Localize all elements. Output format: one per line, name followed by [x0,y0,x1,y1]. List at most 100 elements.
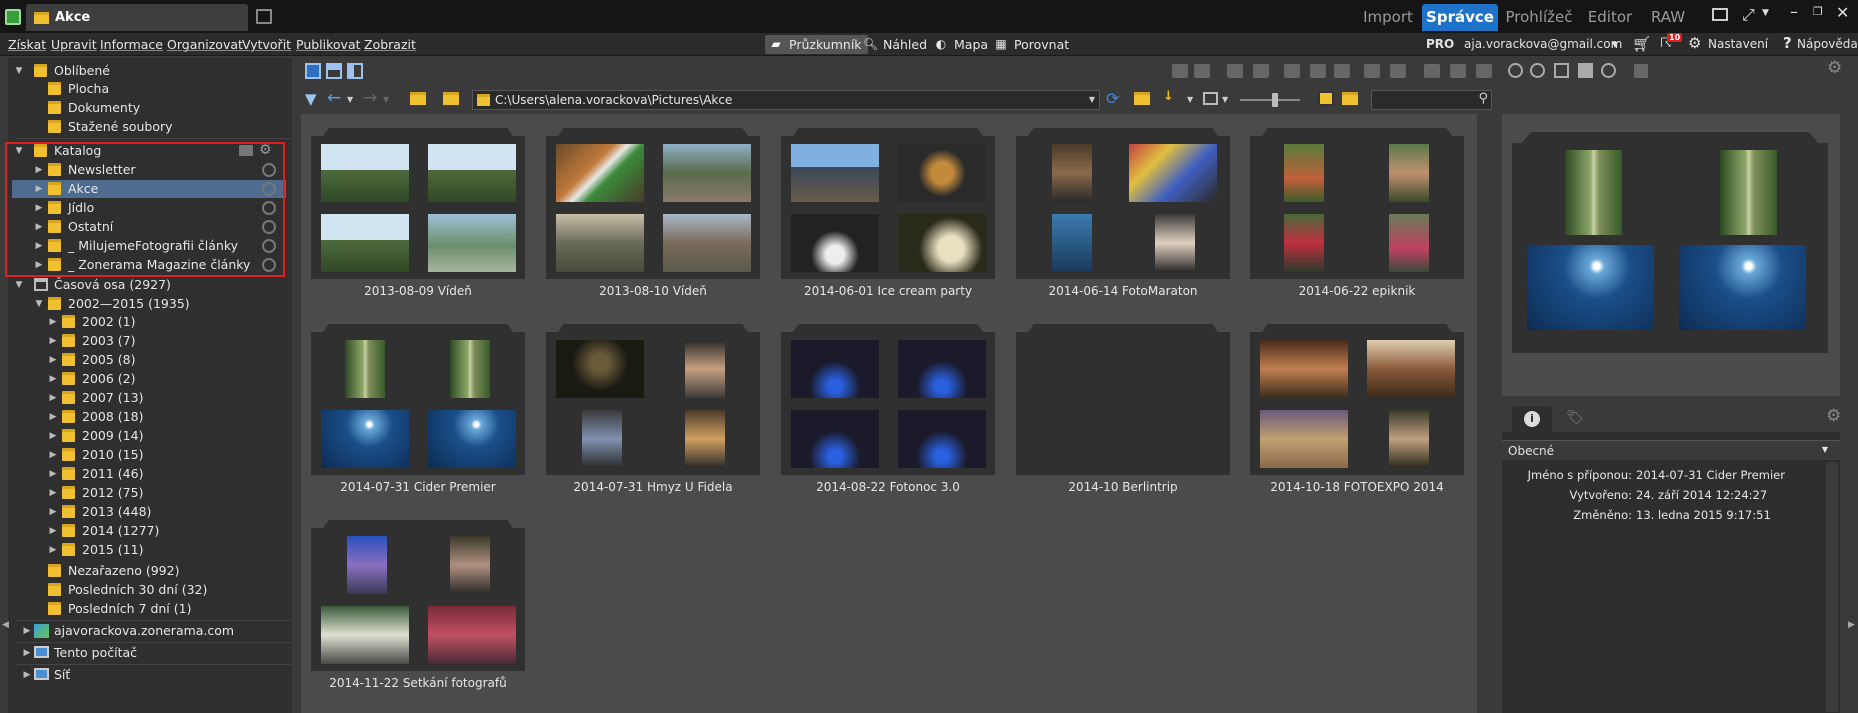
folder-thumbnail[interactable]: 2014-11-22 Setkání fotografů [311,510,525,690]
expand-arrow-icon[interactable]: ▶ [48,427,58,445]
actual-size-icon[interactable] [1554,63,1569,78]
monitor-icon[interactable] [1712,8,1728,21]
gear-icon[interactable]: ⚙ [1688,34,1701,52]
folder-up-icon[interactable] [410,92,426,105]
menu-get[interactable]: Získat [8,37,46,52]
fit-icon[interactable] [1578,63,1593,78]
tree-year[interactable]: ▶ 2003 (7) [8,332,288,350]
help-link[interactable]: Nápověda [1797,37,1858,51]
mode-raw[interactable]: RAW [1644,4,1692,31]
chevron-down-icon[interactable]: ▼ [1612,40,1618,49]
tool-icon[interactable] [1450,64,1466,78]
tree-range[interactable]: ▼ 2002—2015 (1935) [8,295,288,313]
edit-tab-icon[interactable] [256,9,272,24]
dropdown-arrow-icon[interactable]: ▼ [1762,8,1769,18]
mode-editor[interactable]: Editor [1582,4,1638,31]
panel-collapse-right-icon[interactable]: ▶ [1848,620,1855,630]
mail-icon[interactable] [1253,64,1269,78]
folder-thumbnail[interactable]: 2014-06-22 epiknik [1250,118,1464,298]
expand-arrow-icon[interactable]: ▶ [48,446,58,464]
restore-icon[interactable]: ❐ [1813,5,1823,18]
menu-publish[interactable]: Publikovat [296,37,361,52]
tool-icon[interactable] [1310,64,1326,78]
view-map-button[interactable]: ◐ Mapa [930,35,994,54]
preview-option-icon[interactable] [1634,64,1648,78]
tree-unsorted[interactable]: Nezařazeno (992) [8,562,288,580]
thumbnail-size-slider[interactable] [1240,93,1300,107]
panel-collapse-left-icon[interactable]: ◀ [2,620,9,630]
expand-arrow-icon[interactable]: ▶ [48,370,58,388]
chevron-down-icon[interactable]: ▼ [1187,95,1193,104]
menu-info[interactable]: Informace [100,37,163,52]
expand-arrow-icon[interactable]: ▶ [48,408,58,426]
tree-online[interactable]: ▶ ajavorackova.zonerama.com [8,622,288,640]
zoom-in-icon[interactable] [1508,63,1523,78]
section-header[interactable]: Obecné ▼ [1502,440,1840,460]
folder-thumbnail[interactable]: 2014-08-22 Fotonoc 3.0 [781,314,995,494]
refresh-icon[interactable]: ⟳ [1106,89,1119,108]
gear-icon[interactable]: ⚙ [1827,58,1842,78]
search-icon[interactable]: ⚲ [1478,91,1488,106]
chevron-down-icon[interactable]: ▼ [383,95,389,104]
folder-thumbnail[interactable]: 2014-10-18 FOTOEXPO 2014 [1250,314,1464,494]
mode-viewer[interactable]: Prohlížeč [1504,4,1574,31]
tree-year[interactable]: ▶ 2011 (46) [8,465,288,483]
folder-thumbnail[interactable]: 2014-10 Berlintrip [1016,314,1230,494]
folder-thumbnail[interactable]: 2013-08-09 Vídeň [311,118,525,298]
collapse-arrow-icon[interactable]: ▼ [14,62,24,80]
expand-arrow-icon[interactable]: ▶ [48,332,58,350]
forward-arrow-icon[interactable]: → [363,88,377,108]
info-tab[interactable]: i [1512,406,1552,432]
folder-star-icon[interactable] [1134,92,1150,105]
sort-icon[interactable]: ↓ [1163,89,1174,104]
tree-favorites[interactable]: ▼ Oblíbené [8,62,288,80]
layout-horizontal-icon[interactable] [326,63,342,79]
view-compare-button[interactable]: ▦ Porovnat [990,35,1075,54]
tree-item-downloads[interactable]: Stažené soubory [8,118,288,136]
tree-year[interactable]: ▶ 2009 (14) [8,427,288,445]
fullscreen-icon[interactable]: ⤢ [1742,5,1755,25]
tree-year[interactable]: ▶ 2006 (2) [8,370,288,388]
cart-icon[interactable]: 🛒︎ [1632,35,1651,53]
tool-icon[interactable] [1334,64,1350,78]
tree-year[interactable]: ▶ 2005 (8) [8,351,288,369]
tool-icon[interactable] [1284,64,1300,78]
path-bar[interactable]: C:\Users\alena.vorackova\Pictures\Akce ▼ [472,90,1100,110]
tags-tab[interactable]: 🏷︎ [1556,406,1592,432]
tool-icon[interactable] [1390,64,1406,78]
layout-single-icon[interactable] [305,63,321,79]
expand-arrow-icon[interactable]: ▶ [48,465,58,483]
expand-arrow-icon[interactable]: ▶ [48,522,58,540]
expand-arrow-icon[interactable]: ▶ [48,351,58,369]
chevron-down-icon[interactable]: ▼ [1089,91,1095,109]
tree-year[interactable]: ▶ 2014 (1277) [8,522,288,540]
tool-icon[interactable] [1194,64,1210,78]
tree-year[interactable]: ▶ 2012 (75) [8,484,288,502]
tree-network[interactable]: ▶ Síť [8,666,288,684]
chevron-down-icon[interactable]: ▼ [347,95,353,104]
tree-year[interactable]: ▶ 2010 (15) [8,446,288,464]
grid-scrollbar[interactable] [1480,114,1493,713]
close-icon[interactable]: ✕ [1836,3,1849,22]
menu-create[interactable]: Vytvořit [242,37,291,52]
view-preview-button[interactable]: 🔍︎ Náhled [859,35,933,54]
account-email[interactable]: aja.vorackova@gmail.com [1464,37,1622,51]
menu-organize[interactable]: Organizovat [167,37,243,52]
slider-handle[interactable] [1272,93,1278,107]
exif-icon[interactable] [1318,91,1334,106]
tree-year[interactable]: ▶ 2008 (18) [8,408,288,426]
expand-arrow-icon[interactable]: ▶ [22,666,32,684]
tree-year[interactable]: ▶ 2002 (1) [8,313,288,331]
expand-arrow-icon[interactable]: ▶ [22,622,32,640]
folder-thumbnail[interactable]: 2014-07-31 Hmyz U Fidela [546,314,760,494]
folder-thumbnail[interactable]: 2014-06-01 Ice cream party [781,118,995,298]
tool-icon[interactable] [1364,64,1380,78]
view-explorer-button[interactable]: ▰ Průzkumník [765,35,868,54]
chevron-down-icon[interactable]: ▼ [1222,95,1228,104]
folder-thumbnail[interactable]: 2013-08-10 Vídeň [546,118,760,298]
expand-arrow-icon[interactable]: ▶ [48,541,58,559]
menu-edit[interactable]: Upravit [51,37,97,52]
search-input[interactable]: ⚲ [1371,90,1492,110]
expand-arrow-icon[interactable]: ▶ [48,484,58,502]
zoom-tool-icon[interactable] [1601,63,1616,78]
